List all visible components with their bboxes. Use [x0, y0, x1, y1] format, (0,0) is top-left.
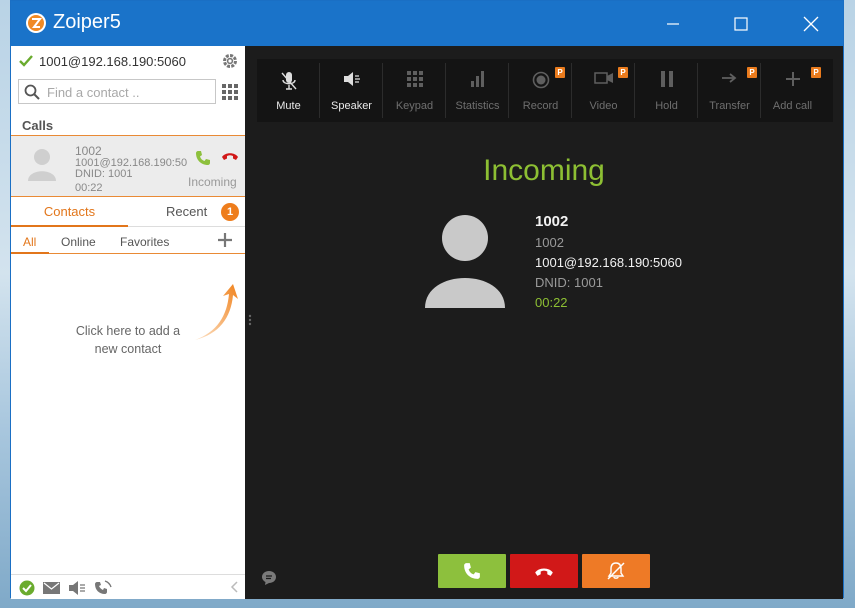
title-bar[interactable]: Zoiper5: [11, 1, 843, 46]
video-button[interactable]: P Video: [572, 59, 635, 122]
call-panel: Mute Speaker Keypad Statistics P Record …: [245, 46, 843, 599]
add-call-label: Add call: [772, 100, 813, 112]
status-ok-icon[interactable]: [19, 580, 35, 596]
silence-ringer-button[interactable]: [582, 554, 650, 588]
dialpad-icon[interactable]: [222, 84, 238, 100]
zoiper-window: Zoiper5 1001@192.168.190:5060 Find a con…: [10, 0, 844, 599]
minimize-button[interactable]: [643, 1, 703, 46]
contacts-tabs: Contacts Recent 1: [11, 198, 245, 227]
add-contact-hint[interactable]: Click here to add a new contact: [63, 322, 193, 358]
statistics-label: Statistics: [455, 100, 500, 112]
tab-active-indicator: [11, 225, 128, 227]
search-input[interactable]: [47, 83, 212, 101]
bell-muted-icon: [607, 562, 625, 580]
speaker-button[interactable]: Speaker: [320, 59, 383, 122]
subtab-online[interactable]: Online: [61, 235, 96, 249]
tab-recent[interactable]: Recent: [166, 204, 207, 219]
keypad-button[interactable]: Keypad: [383, 59, 446, 122]
caller-name: 1002: [535, 213, 569, 230]
hold-button[interactable]: Hold: [635, 59, 698, 122]
plus-icon: [785, 72, 800, 86]
mute-button[interactable]: Mute: [257, 59, 320, 122]
pro-badge: P: [555, 67, 565, 78]
subtab-favorites[interactable]: Favorites: [120, 235, 169, 249]
call-status: Incoming: [188, 175, 237, 189]
keypad-label: Keypad: [395, 100, 434, 112]
transfer-button[interactable]: P Transfer: [698, 59, 761, 122]
phone-hangup-icon: [535, 567, 553, 576]
phone-accept-icon: [464, 563, 480, 579]
status-bar: [11, 574, 245, 599]
video-label: Video: [589, 100, 618, 112]
pro-badge: P: [811, 67, 821, 78]
statistics-icon: [470, 71, 484, 87]
transfer-arrow-icon: [721, 73, 736, 83]
close-icon: [803, 16, 819, 31]
check-icon: [19, 55, 33, 67]
collapse-panel-icon[interactable]: [230, 581, 238, 593]
call-dnid: DNID: 1001: [75, 168, 133, 180]
search-box[interactable]: [18, 79, 216, 104]
phone-accept-icon[interactable]: [195, 150, 211, 166]
avatar-icon: [28, 149, 56, 181]
mute-label: Mute: [276, 100, 301, 112]
gear-icon[interactable]: [221, 52, 239, 70]
caller-uri: 1001@192.168.190:5060: [535, 255, 682, 270]
calls-heading: Calls: [22, 118, 54, 133]
call-list-item[interactable]: 1002 1001@192.168.190:5060 DNID: 1001 00…: [11, 135, 245, 197]
pro-badge: P: [747, 67, 757, 78]
record-label: Record: [522, 100, 559, 112]
subtab-all[interactable]: All: [23, 235, 36, 249]
call-state: Incoming: [483, 154, 605, 187]
account-row[interactable]: 1001@192.168.190:5060: [11, 46, 245, 76]
chat-bubble-icon[interactable]: [261, 570, 277, 586]
caller-dnid: DNID: 1001: [535, 275, 603, 290]
minimize-icon: [667, 22, 679, 25]
left-panel: 1001@192.168.190:5060 Calls 1002 1001@19…: [11, 46, 245, 599]
statistics-button[interactable]: Statistics: [446, 59, 509, 122]
maximize-icon: [734, 16, 748, 31]
zoiper-logo-icon: [26, 13, 46, 33]
contact-avatar-icon: [425, 215, 505, 308]
reject-call-button[interactable]: [510, 554, 578, 588]
hint-line-2: new contact: [94, 342, 162, 356]
video-camera-icon: [593, 72, 613, 84]
record-button[interactable]: P Record: [509, 59, 572, 122]
microphone-mute-icon: [280, 72, 297, 90]
subtab-active-indicator: [11, 252, 49, 254]
call-duration: 00:22: [75, 182, 103, 194]
account-uri: 1001@192.168.190:5060: [39, 54, 186, 69]
hint-line-1: Click here to add a: [75, 324, 181, 338]
speaker-label: Speaker: [331, 100, 372, 112]
phone-reject-icon[interactable]: [221, 151, 239, 161]
recent-count-badge: 1: [221, 203, 239, 221]
keypad-icon: [406, 71, 423, 87]
add-call-button[interactable]: P Add call: [761, 59, 824, 122]
call-name: 1002: [75, 144, 102, 158]
maximize-button[interactable]: [711, 1, 771, 46]
add-contact-icon[interactable]: [217, 232, 233, 248]
call-forward-icon[interactable]: [94, 580, 112, 596]
search-icon: [24, 84, 40, 100]
curved-arrow-icon: [195, 284, 238, 340]
contact-filter-tabs: All Online Favorites: [11, 228, 245, 254]
speaker-volume-icon[interactable]: [68, 581, 86, 595]
caller-number: 1002: [535, 235, 564, 250]
pro-badge: P: [618, 67, 628, 78]
hold-label: Hold: [655, 100, 678, 112]
call-toolbar: Mute Speaker Keypad Statistics P Record …: [257, 59, 833, 122]
window-title: Zoiper5: [53, 11, 121, 33]
transfer-label: Transfer: [709, 100, 750, 112]
tab-contacts[interactable]: Contacts: [11, 204, 128, 219]
record-icon: [532, 71, 549, 89]
messages-icon[interactable]: [43, 582, 60, 594]
resize-grip-icon[interactable]: [248, 314, 252, 326]
close-button[interactable]: [781, 1, 841, 46]
speaker-icon: [343, 72, 360, 86]
accept-call-button[interactable]: [438, 554, 506, 588]
pause-icon: [660, 71, 673, 87]
call-timer: 00:22: [535, 295, 568, 310]
